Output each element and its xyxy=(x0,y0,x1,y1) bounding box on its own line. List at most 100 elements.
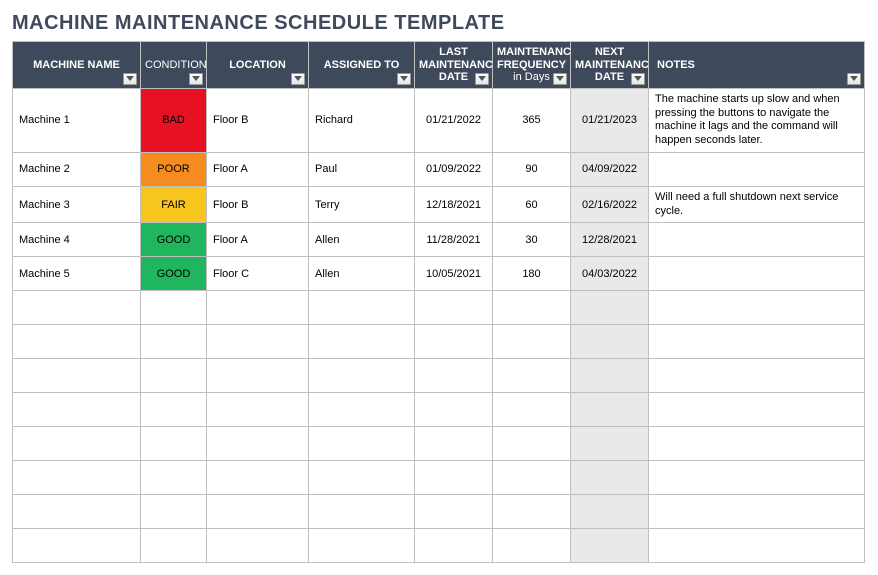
filter-dropdown-icon[interactable] xyxy=(291,73,305,85)
cell-last-date[interactable] xyxy=(415,393,493,427)
cell-next-date[interactable] xyxy=(571,359,649,393)
cell-next-date[interactable] xyxy=(571,495,649,529)
cell-next-date[interactable] xyxy=(571,461,649,495)
cell-machine-name[interactable] xyxy=(13,393,141,427)
cell-condition[interactable]: BAD xyxy=(141,88,207,152)
cell-last-date[interactable]: 01/09/2022 xyxy=(415,152,493,186)
cell-frequency[interactable] xyxy=(493,529,571,563)
cell-frequency[interactable]: 90 xyxy=(493,152,571,186)
cell-condition[interactable]: POOR xyxy=(141,152,207,186)
cell-frequency[interactable] xyxy=(493,461,571,495)
cell-next-date[interactable]: 02/16/2022 xyxy=(571,186,649,223)
cell-location[interactable] xyxy=(207,495,309,529)
cell-notes[interactable] xyxy=(649,529,865,563)
filter-dropdown-icon[interactable] xyxy=(123,73,137,85)
cell-notes[interactable]: The machine starts up slow and when pres… xyxy=(649,88,865,152)
cell-assigned-to[interactable]: Richard xyxy=(309,88,415,152)
cell-frequency[interactable] xyxy=(493,495,571,529)
cell-notes[interactable]: Will need a full shutdown next service c… xyxy=(649,186,865,223)
header-frequency[interactable]: MAINTENANCE FREQUENCY in Days xyxy=(493,42,571,89)
cell-next-date[interactable] xyxy=(571,529,649,563)
header-machine-name[interactable]: MACHINE NAME xyxy=(13,42,141,89)
cell-last-date[interactable] xyxy=(415,291,493,325)
cell-frequency[interactable] xyxy=(493,393,571,427)
cell-next-date[interactable] xyxy=(571,393,649,427)
cell-condition[interactable] xyxy=(141,495,207,529)
cell-machine-name[interactable] xyxy=(13,529,141,563)
cell-last-date[interactable] xyxy=(415,461,493,495)
cell-location[interactable] xyxy=(207,427,309,461)
cell-condition[interactable] xyxy=(141,359,207,393)
cell-location[interactable] xyxy=(207,529,309,563)
cell-next-date[interactable]: 04/09/2022 xyxy=(571,152,649,186)
cell-next-date[interactable]: 04/03/2022 xyxy=(571,257,649,291)
cell-frequency[interactable]: 60 xyxy=(493,186,571,223)
filter-dropdown-icon[interactable] xyxy=(475,73,489,85)
filter-dropdown-icon[interactable] xyxy=(397,73,411,85)
cell-condition[interactable]: GOOD xyxy=(141,223,207,257)
cell-assigned-to[interactable] xyxy=(309,427,415,461)
cell-frequency[interactable] xyxy=(493,325,571,359)
cell-assigned-to[interactable] xyxy=(309,529,415,563)
cell-frequency[interactable]: 30 xyxy=(493,223,571,257)
cell-assigned-to[interactable] xyxy=(309,461,415,495)
cell-last-date[interactable] xyxy=(415,427,493,461)
cell-notes[interactable] xyxy=(649,359,865,393)
cell-condition[interactable]: FAIR xyxy=(141,186,207,223)
cell-notes[interactable] xyxy=(649,257,865,291)
cell-last-date[interactable]: 12/18/2021 xyxy=(415,186,493,223)
cell-machine-name[interactable]: Machine 2 xyxy=(13,152,141,186)
cell-assigned-to[interactable] xyxy=(309,325,415,359)
filter-dropdown-icon[interactable] xyxy=(847,73,861,85)
cell-machine-name[interactable] xyxy=(13,325,141,359)
filter-dropdown-icon[interactable] xyxy=(189,73,203,85)
cell-condition[interactable] xyxy=(141,427,207,461)
cell-next-date[interactable]: 01/21/2023 xyxy=(571,88,649,152)
cell-location[interactable] xyxy=(207,359,309,393)
cell-location[interactable] xyxy=(207,291,309,325)
cell-location[interactable]: Floor A xyxy=(207,152,309,186)
cell-frequency[interactable]: 180 xyxy=(493,257,571,291)
header-next-maintenance[interactable]: NEXT MAINTENANCE DATE xyxy=(571,42,649,89)
cell-condition[interactable]: GOOD xyxy=(141,257,207,291)
cell-next-date[interactable]: 12/28/2021 xyxy=(571,223,649,257)
cell-assigned-to[interactable] xyxy=(309,291,415,325)
cell-location[interactable] xyxy=(207,461,309,495)
cell-last-date[interactable] xyxy=(415,495,493,529)
cell-last-date[interactable] xyxy=(415,325,493,359)
cell-machine-name[interactable]: Machine 3 xyxy=(13,186,141,223)
cell-frequency[interactable] xyxy=(493,291,571,325)
cell-machine-name[interactable] xyxy=(13,461,141,495)
cell-condition[interactable] xyxy=(141,393,207,427)
cell-location[interactable]: Floor C xyxy=(207,257,309,291)
filter-dropdown-icon[interactable] xyxy=(553,73,567,85)
cell-notes[interactable] xyxy=(649,291,865,325)
cell-notes[interactable] xyxy=(649,461,865,495)
cell-machine-name[interactable] xyxy=(13,359,141,393)
cell-notes[interactable] xyxy=(649,152,865,186)
cell-last-date[interactable]: 10/05/2021 xyxy=(415,257,493,291)
cell-notes[interactable] xyxy=(649,325,865,359)
cell-location[interactable]: Floor B xyxy=(207,186,309,223)
cell-assigned-to[interactable] xyxy=(309,495,415,529)
cell-machine-name[interactable] xyxy=(13,427,141,461)
header-assigned-to[interactable]: ASSIGNED TO xyxy=(309,42,415,89)
cell-last-date[interactable] xyxy=(415,529,493,563)
cell-next-date[interactable] xyxy=(571,325,649,359)
cell-notes[interactable] xyxy=(649,393,865,427)
cell-assigned-to[interactable] xyxy=(309,359,415,393)
cell-notes[interactable] xyxy=(649,495,865,529)
cell-assigned-to[interactable] xyxy=(309,393,415,427)
cell-machine-name[interactable] xyxy=(13,291,141,325)
cell-condition[interactable] xyxy=(141,325,207,359)
header-condition[interactable]: CONDITION xyxy=(141,42,207,89)
cell-machine-name[interactable]: Machine 4 xyxy=(13,223,141,257)
cell-assigned-to[interactable]: Terry xyxy=(309,186,415,223)
cell-assigned-to[interactable]: Allen xyxy=(309,223,415,257)
cell-condition[interactable] xyxy=(141,461,207,495)
cell-assigned-to[interactable]: Paul xyxy=(309,152,415,186)
cell-last-date[interactable]: 11/28/2021 xyxy=(415,223,493,257)
cell-notes[interactable] xyxy=(649,427,865,461)
cell-last-date[interactable] xyxy=(415,359,493,393)
cell-machine-name[interactable]: Machine 1 xyxy=(13,88,141,152)
